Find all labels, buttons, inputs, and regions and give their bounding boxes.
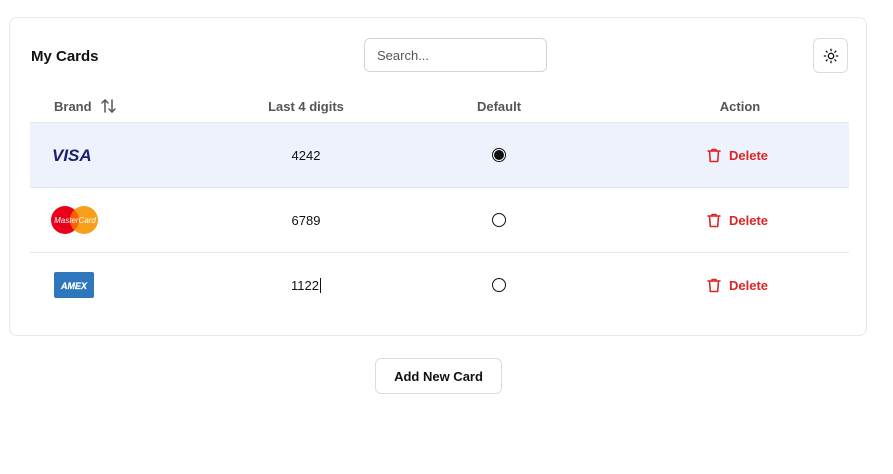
table-row[interactable]: MasterCard 6789 Delete bbox=[30, 187, 849, 252]
sort-icon[interactable] bbox=[100, 99, 117, 113]
table-row[interactable]: AMEX 1122 Delete bbox=[30, 252, 849, 317]
table-row[interactable]: VISA 4242 Delete bbox=[30, 122, 849, 187]
trash-icon bbox=[707, 213, 721, 227]
delete-button[interactable]: Delete bbox=[707, 123, 777, 187]
default-radio[interactable] bbox=[474, 123, 524, 187]
mastercard-logo-text: MasterCard bbox=[54, 216, 96, 225]
brand-logo-mastercard: MasterCard bbox=[50, 188, 110, 252]
visa-logo-text: VISA bbox=[52, 146, 92, 164]
theme-toggle-button[interactable] bbox=[813, 38, 848, 73]
brand-logo-amex: AMEX bbox=[50, 253, 110, 317]
last4-digits-value: 1122 bbox=[291, 277, 319, 293]
last4-digits: 4242 bbox=[291, 147, 321, 163]
column-header-last4: Last 4 digits bbox=[268, 98, 344, 114]
sun-icon bbox=[823, 48, 838, 63]
table-header: Brand Last 4 digits Default Action bbox=[30, 90, 849, 122]
trash-icon bbox=[707, 148, 721, 162]
page-title: My Cards bbox=[31, 48, 99, 65]
add-new-card-button[interactable]: Add New Card bbox=[375, 358, 502, 394]
delete-button[interactable]: Delete bbox=[707, 188, 777, 252]
brand-logo-visa: VISA bbox=[50, 123, 110, 187]
amex-logo-text: AMEX bbox=[60, 281, 88, 291]
trash-icon bbox=[707, 278, 721, 292]
default-radio[interactable] bbox=[474, 188, 524, 252]
column-header-brand[interactable]: Brand bbox=[54, 90, 117, 122]
cards-panel: My Cards Brand Last 4 digits Default Act… bbox=[9, 17, 867, 336]
column-header-brand-label: Brand bbox=[54, 98, 92, 114]
last4-digits: 1122 bbox=[254, 253, 358, 317]
text-cursor bbox=[319, 277, 321, 293]
column-header-default: Default bbox=[476, 98, 522, 114]
delete-label: Delete bbox=[729, 277, 769, 293]
delete-button[interactable]: Delete bbox=[707, 253, 777, 317]
default-radio[interactable] bbox=[474, 253, 524, 317]
last4-digits: 6789 bbox=[291, 212, 321, 228]
column-header-action: Action bbox=[719, 98, 761, 114]
delete-label: Delete bbox=[729, 147, 769, 163]
delete-label: Delete bbox=[729, 212, 769, 228]
search-input[interactable] bbox=[364, 38, 547, 72]
